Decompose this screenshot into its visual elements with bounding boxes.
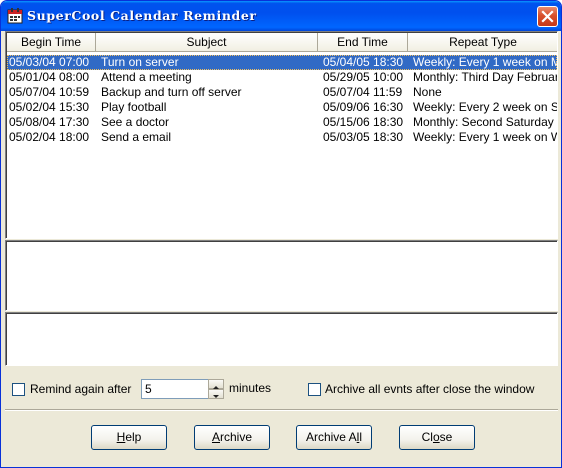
close-button-mnemonic: o bbox=[432, 430, 440, 444]
cell-repeat-type: Monthly: Second Saturday bbox=[413, 115, 554, 129]
cell-subject: Attend a meeting bbox=[101, 70, 192, 84]
cell-subject: Send a email bbox=[101, 130, 172, 144]
close-button-label-rest: se bbox=[439, 430, 453, 444]
cell-subject: Play football bbox=[101, 100, 167, 114]
table-row[interactable]: 05/02/04 15:30 Play football 05/09/06 16:3… bbox=[7, 100, 557, 115]
archive-all-button-label: Archive A bbox=[305, 430, 357, 444]
column-header-repeat-type[interactable]: Repeat Type bbox=[408, 33, 557, 52]
help-button[interactable]: Help bbox=[91, 425, 167, 450]
spin-down-button[interactable] bbox=[208, 389, 224, 399]
cell-subject: Turn on server bbox=[101, 55, 179, 69]
title-bar[interactable]: SuperCool Calendar Reminder bbox=[1, 1, 561, 31]
divider bbox=[5, 409, 558, 411]
list-header: Begin Time Subject End Time Repeat Type bbox=[7, 33, 557, 52]
cell-begin-time: 05/02/04 15:30 bbox=[9, 100, 90, 114]
cell-begin-time: 05/03/04 07:00 bbox=[9, 55, 90, 69]
cell-begin-time: 05/08/04 17:30 bbox=[9, 115, 90, 129]
close-x-icon bbox=[541, 10, 554, 23]
column-header-subject[interactable]: Subject bbox=[96, 33, 318, 52]
remind-minutes-input[interactable] bbox=[141, 379, 209, 399]
cell-repeat-type: Monthly: Third Day February bbox=[413, 70, 558, 84]
remind-again-checkbox[interactable] bbox=[12, 383, 25, 396]
cell-end-time: 05/09/06 16:30 bbox=[323, 100, 404, 114]
spin-up-button[interactable] bbox=[208, 379, 224, 389]
archive-button-label-rest: rchive bbox=[220, 430, 253, 444]
cell-repeat-type: Weekly: Every 2 week on Sat bbox=[413, 100, 558, 114]
table-row[interactable]: 05/08/04 17:30 See a doctor 05/15/06 18:30… bbox=[7, 115, 557, 130]
column-header-begin-time[interactable]: Begin Time bbox=[7, 33, 96, 52]
cell-end-time: 05/04/05 18:30 bbox=[323, 55, 404, 69]
archive-button[interactable]: Archive bbox=[194, 425, 270, 450]
cell-end-time: 05/15/06 18:30 bbox=[323, 115, 404, 129]
cell-end-time: 05/03/05 18:30 bbox=[323, 130, 404, 144]
calendar-app-icon bbox=[7, 8, 23, 24]
cell-subject: Backup and turn off server bbox=[101, 85, 242, 99]
list-rows: 05/03/04 07:00 Turn on server 05/04/05 18:… bbox=[7, 55, 557, 145]
window-title: SuperCool Calendar Reminder bbox=[27, 8, 257, 23]
table-row[interactable]: 05/02/04 18:00 Send a email 05/03/05 18:30… bbox=[7, 130, 557, 145]
table-row[interactable]: 05/01/04 08:00 Attend a meeting 05/29/05 1… bbox=[7, 70, 557, 85]
table-row[interactable]: 05/07/04 10:59 Backup and turn off server… bbox=[7, 85, 557, 100]
cell-repeat-type: Weekly: Every 1 week on Mon bbox=[413, 55, 557, 69]
minutes-label: minutes bbox=[229, 381, 272, 395]
arrow-down-icon bbox=[213, 395, 219, 398]
archive-button-mnemonic: A bbox=[211, 430, 220, 444]
remind-minutes-spinner bbox=[208, 379, 224, 399]
notes-pane[interactable] bbox=[5, 312, 558, 366]
archive-on-close-checkbox[interactable] bbox=[308, 383, 321, 396]
cell-begin-time: 05/07/04 10:59 bbox=[9, 85, 90, 99]
cell-repeat-type: Weekly: Every 1 week on Wed bbox=[413, 130, 557, 144]
archive-all-button[interactable]: Archive All bbox=[296, 425, 372, 450]
close-button[interactable]: Close bbox=[399, 425, 475, 450]
archive-all-button-label-rest: l bbox=[359, 430, 363, 444]
cell-end-time: 05/29/05 10:00 bbox=[323, 70, 404, 84]
cell-begin-time: 05/02/04 18:00 bbox=[9, 130, 90, 144]
close-button-label: Cl bbox=[421, 430, 433, 444]
cell-begin-time: 05/01/04 08:00 bbox=[9, 70, 90, 84]
column-header-end-time[interactable]: End Time bbox=[318, 33, 408, 52]
reminder-window: SuperCool Calendar Reminder Begin Time S… bbox=[0, 0, 562, 468]
close-window-button[interactable] bbox=[537, 6, 558, 27]
table-row[interactable]: 05/03/04 07:00 Turn on server 05/04/05 18:… bbox=[7, 55, 557, 70]
cell-subject: See a doctor bbox=[101, 115, 170, 129]
help-button-label-rest: elp bbox=[125, 430, 142, 444]
remind-again-label: Remind again after bbox=[30, 382, 132, 396]
cell-repeat-type: None bbox=[413, 85, 442, 99]
archive-on-close-label: Archive all evnts after close the window bbox=[325, 382, 535, 396]
cell-end-time: 05/07/04 11:59 bbox=[323, 85, 403, 99]
reminder-list[interactable]: Begin Time Subject End Time Repeat Type … bbox=[5, 31, 558, 239]
details-pane[interactable] bbox=[5, 240, 558, 311]
